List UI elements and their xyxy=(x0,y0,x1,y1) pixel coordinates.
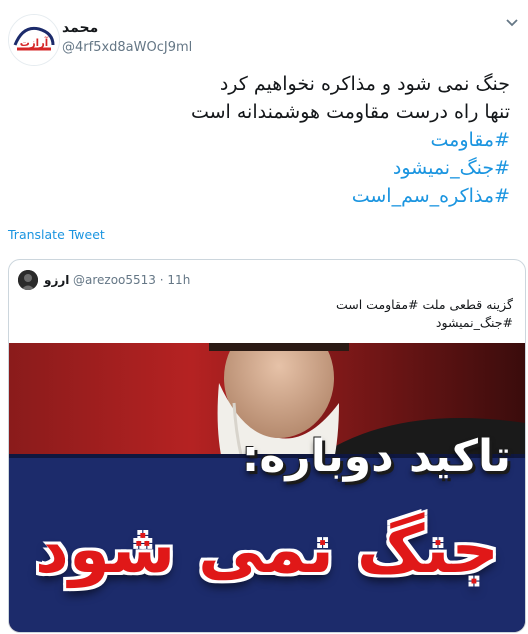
media-illustration xyxy=(9,343,525,632)
author-avatar[interactable]: آرازت xyxy=(8,14,60,66)
quoted-handle[interactable]: @arezoo5513 xyxy=(73,273,156,287)
quoted-tweet[interactable]: ارزو @arezoo5513 · 11h گزینه قطعی ملت #م… xyxy=(8,259,526,633)
quoted-text-line: گزینه قطعی ملت #مقاومت است xyxy=(335,297,513,312)
quoted-media-image[interactable]: تاکید دوباره: جنگ نمی شود xyxy=(9,343,525,632)
quoted-timestamp[interactable]: 11h xyxy=(167,273,190,287)
tweet-text: جنگ نمی شود و مذاکره نخواهیم کرد تنها را… xyxy=(30,70,510,210)
media-headline-top: تاکید دوباره: xyxy=(241,431,511,482)
hashtag-link[interactable]: #مذاکره_سم_است xyxy=(30,182,510,210)
chevron-down-icon[interactable] xyxy=(504,14,520,30)
hashtag-link[interactable]: #مقاومت xyxy=(30,126,510,154)
quoted-meta: @arezoo5513 · 11h xyxy=(73,273,190,287)
hashtag-link[interactable]: #جنگ_نمیشود xyxy=(30,154,510,182)
media-headline-main: جنگ نمی شود xyxy=(35,511,499,588)
translate-tweet-link[interactable]: Translate Tweet xyxy=(8,227,105,242)
meta-separator: · xyxy=(159,273,164,287)
tweet-text-line: جنگ نمی شود و مذاکره نخواهیم کرد xyxy=(219,73,510,95)
author-handle[interactable]: @4rf5xd8aWOcJ9ml xyxy=(62,40,192,55)
quoted-display-name[interactable]: ارزو xyxy=(44,273,69,287)
tweet-text-line: تنها راه درست مقاومت هوشمندانه است xyxy=(190,101,510,123)
quoted-text-line: #جنگ_نمیشود xyxy=(435,315,513,330)
tweet[interactable]: آرازت محمد @4rf5xd8aWOcJ9ml جنگ نمی شود … xyxy=(0,0,528,634)
araz-logo-icon: آرازت xyxy=(9,15,59,65)
avatar-logo-text: آرازت xyxy=(20,36,49,49)
quoted-text: گزینه قطعی ملت #مقاومت است #جنگ_نمیشود xyxy=(336,296,513,332)
person-avatar-icon xyxy=(18,270,38,290)
author-display-name[interactable]: محمد xyxy=(62,20,98,36)
quoted-author-avatar[interactable] xyxy=(18,270,38,290)
